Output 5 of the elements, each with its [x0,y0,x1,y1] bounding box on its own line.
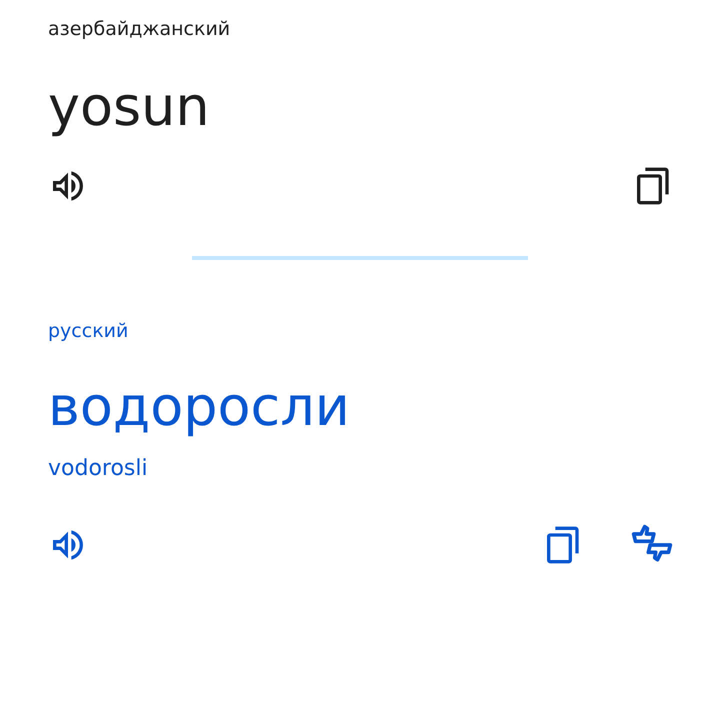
source-language: азербайджанский [48,18,230,40]
transliteration: vodorosli [48,456,148,481]
target-language: русский [48,320,128,342]
translation-text: водоросли [48,380,350,434]
source-text: yosun [48,80,210,134]
